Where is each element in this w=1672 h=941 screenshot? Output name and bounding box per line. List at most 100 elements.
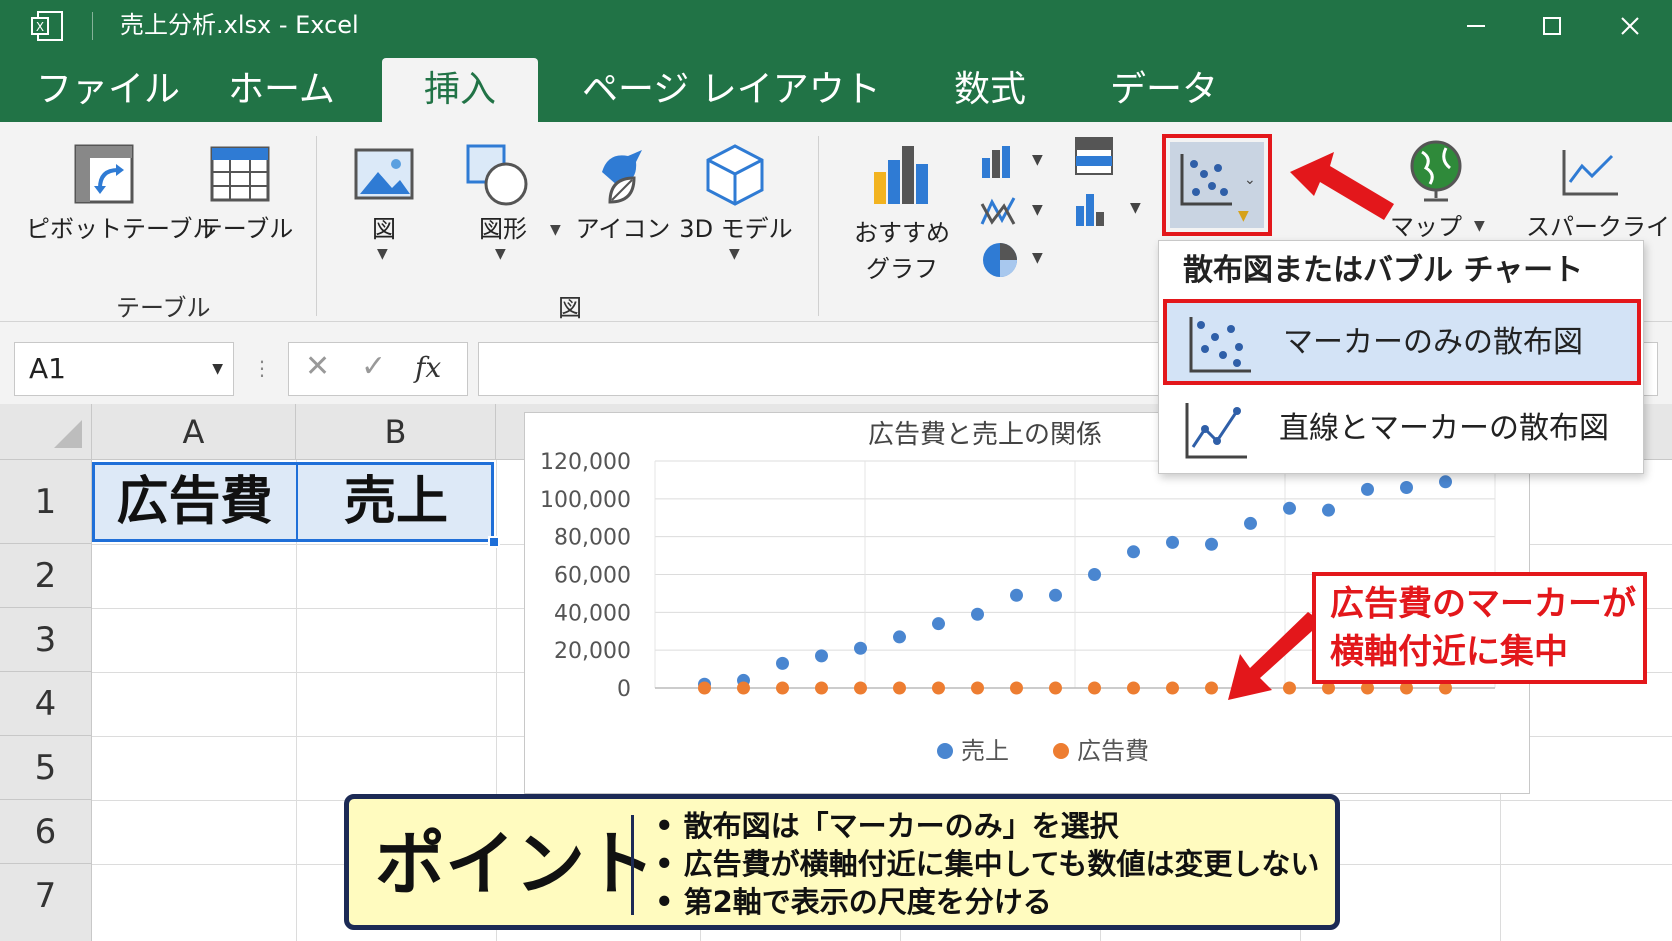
cancel-icon[interactable]: ✕ — [305, 349, 330, 384]
tab-page-layout[interactable]: ページ レイアウト — [582, 58, 881, 122]
y-tick-label: 60,000 — [554, 564, 631, 589]
scatter-chart-button-bg: ⌄ ▼ — [1170, 142, 1264, 228]
pie-chart-button[interactable]: ▼ — [976, 238, 1056, 282]
chevron-down-icon: ▼ — [495, 246, 506, 262]
tab-formulas[interactable]: 数式 — [954, 58, 1026, 122]
window-title: 売上分析.xlsx - Excel — [120, 11, 359, 39]
legend-label: 売上 — [961, 737, 1009, 765]
shapes-button[interactable]: 図形 ▼ ▼ — [458, 142, 566, 262]
maximize-button[interactable] — [1532, 8, 1572, 44]
ribbon-tabs: ファイル ホーム 挿入 ページ レイアウト 数式 データ — [0, 52, 1672, 122]
point-title: ポイント — [375, 823, 655, 905]
chevron-down-icon: ▼ — [1238, 208, 1249, 224]
chevron-down-icon: ▼ — [377, 246, 388, 262]
name-box[interactable]: A1 ▼ — [14, 342, 234, 396]
data-point — [815, 681, 828, 695]
pivot-table-button[interactable]: ピボットテーブル — [26, 142, 217, 252]
pie-chart-icon — [983, 243, 1017, 277]
title-bar: X 売上分析.xlsx - Excel — [0, 0, 1672, 52]
recommended-charts-button[interactable]: おすすめ グラフ — [846, 142, 958, 292]
menu-item-scatter-markers-only[interactable]: マーカーのみの散布図 — [1163, 299, 1641, 385]
column-chart-button[interactable]: ▼ — [976, 140, 1056, 184]
enter-icon[interactable]: ✓ — [361, 349, 386, 384]
data-point — [737, 681, 750, 695]
chevron-down-icon: ▼ — [550, 222, 561, 238]
tab-insert[interactable]: 挿入 — [382, 58, 538, 122]
row-header-5[interactable]: 5 — [0, 736, 92, 800]
close-button[interactable] — [1610, 8, 1650, 44]
data-point — [971, 607, 984, 621]
y-tick-label: 80,000 — [554, 526, 631, 551]
hierarchy-chart-button[interactable] — [1072, 136, 1122, 180]
data-point — [932, 681, 945, 695]
hierarchy-chart-icon — [1075, 137, 1113, 175]
point-item: • 第2軸で表示の尺度を分ける — [655, 885, 1052, 919]
group-label-table: テーブル — [116, 294, 211, 322]
line-chart-button[interactable]: ▼ — [976, 190, 1056, 234]
sparklines-label: スパークライン — [1526, 213, 1672, 241]
pictures-button[interactable]: 図 ▼ — [344, 142, 424, 262]
scatter-lines-icon — [1185, 403, 1247, 459]
data-point — [1283, 501, 1296, 515]
data-point — [893, 681, 906, 695]
data-point — [1088, 568, 1101, 581]
menu-item-scatter-lines-markers[interactable]: 直線とマーカーの散布図 — [1163, 385, 1641, 471]
name-box-value: A1 — [29, 352, 66, 385]
data-point — [776, 681, 789, 695]
recommended-charts-icon — [874, 146, 928, 204]
line-chart-icon — [980, 197, 1016, 225]
tab-home[interactable]: ホーム — [228, 58, 335, 122]
minimize-button[interactable] — [1456, 8, 1496, 44]
data-point — [1088, 681, 1101, 695]
row-header-4[interactable]: 4 — [0, 672, 92, 736]
icons-button[interactable]: アイコン — [568, 142, 678, 252]
maximize-icon — [1543, 17, 1561, 35]
table-icon — [210, 146, 270, 202]
tab-file[interactable]: ファイル — [36, 58, 180, 122]
data-point — [698, 681, 711, 695]
data-point — [1049, 681, 1062, 695]
tab-data[interactable]: データ — [1110, 58, 1218, 122]
row-header-1[interactable]: 1 — [0, 460, 92, 544]
scatter-dropdown-menu: 散布図またはバブル チャート マーカーのみの散布図 直線とマーカーの散布図 — [1158, 240, 1644, 474]
table-button[interactable]: テーブル — [196, 142, 296, 252]
ribbon-divider — [818, 136, 819, 316]
ribbon-divider — [316, 136, 317, 316]
column-header-b[interactable]: B — [296, 404, 496, 460]
chevron-down-icon[interactable]: ▼ — [212, 343, 223, 395]
statistic-chart-button[interactable]: ▼ — [1068, 188, 1152, 232]
maps-button[interactable]: マップ ▼ — [1388, 138, 1488, 248]
point-divider — [631, 815, 634, 915]
point-callout: ポイント • 散布図は「マーカーのみ」を選択 • 広告費が横軸付近に集中しても数… — [344, 794, 1340, 930]
chevron-down-icon: ▼ — [1130, 200, 1141, 216]
globe-icon — [1410, 140, 1462, 202]
group-label-illustrations: 図 — [558, 294, 582, 322]
chevron-down-icon: ▼ — [729, 246, 740, 262]
insert-function-button[interactable]: fx — [415, 351, 441, 384]
more-dots-icon[interactable]: ⋮ — [252, 356, 272, 380]
legend-marker — [937, 743, 953, 759]
chevron-down-icon: ⌄ — [1244, 172, 1256, 188]
sparklines-button[interactable]: スパークライン — [1526, 138, 1672, 248]
row-header-6[interactable]: 6 — [0, 800, 92, 864]
column-header-a[interactable]: A — [92, 404, 296, 460]
select-all-corner[interactable] — [0, 404, 92, 460]
row-header-3[interactable]: 3 — [0, 608, 92, 672]
data-point — [1010, 588, 1023, 602]
fill-handle[interactable] — [488, 536, 500, 548]
red-arrow-icon — [1228, 612, 1322, 700]
legend-marker — [1053, 743, 1069, 759]
column-chart-icon — [982, 146, 1010, 178]
row-header-2[interactable]: 2 — [0, 544, 92, 608]
data-point — [893, 630, 906, 644]
legend-label: 広告費 — [1077, 737, 1149, 765]
3d-models-button[interactable]: 3D モデル ▼ — [678, 142, 794, 262]
chevron-down-icon: ▼ — [1032, 250, 1043, 266]
statistic-chart-icon — [1076, 194, 1104, 226]
data-point — [1322, 503, 1335, 517]
scatter-chart-button[interactable]: ⌄ ▼ — [1162, 134, 1272, 236]
row-header-7[interactable]: 7 — [0, 864, 92, 941]
data-point — [854, 641, 867, 655]
menu-item-label: 直線とマーカーの散布図 — [1279, 411, 1609, 446]
data-point — [1400, 480, 1413, 494]
